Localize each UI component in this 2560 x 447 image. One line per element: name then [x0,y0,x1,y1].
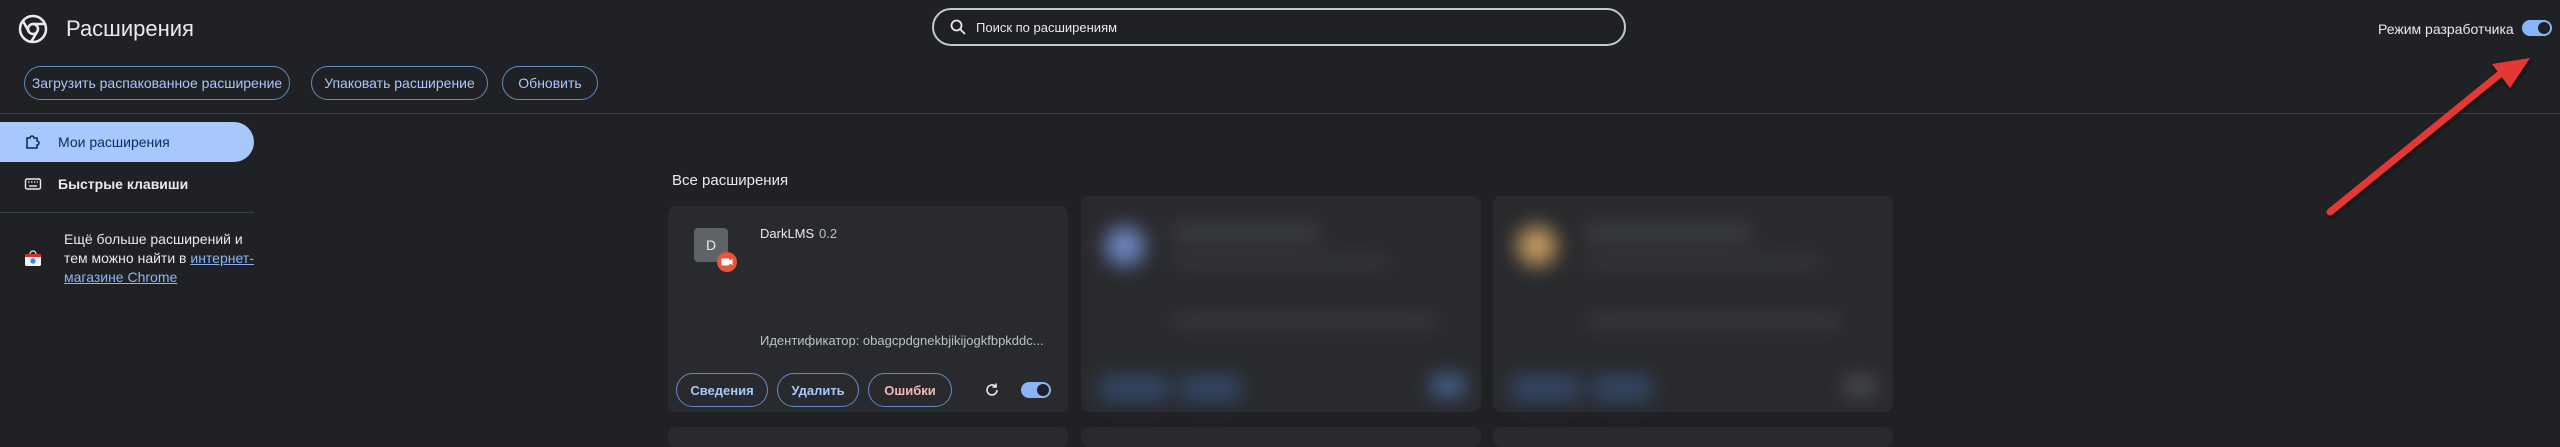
errors-button[interactable]: Ошибки [868,373,952,407]
search-box[interactable] [932,8,1626,46]
web-store-promo: Ещё больше расширений и тем можно найти … [64,230,254,287]
extension-version: 0.2 [819,226,838,241]
section-title: Все расширения [672,172,789,189]
sidebar-item-label: Мои расширения [58,134,170,150]
search-icon [950,19,966,35]
annotation-arrow-icon [2326,58,2530,216]
chrome-web-store-icon [25,250,41,266]
details-button[interactable]: Сведения [676,373,768,407]
sidebar-divider [0,212,254,213]
remove-button[interactable]: Удалить [777,373,859,407]
extension-card-partial [668,427,1068,447]
puzzle-icon [26,135,40,149]
pack-extension-button[interactable]: Упаковать расширение [311,66,488,100]
header-divider [0,113,2560,114]
sidebar-item-shortcuts[interactable]: Быстрые клавиши [0,164,254,204]
reload-icon[interactable] [984,382,1000,398]
keyboard-icon [24,178,42,190]
load-unpacked-button[interactable]: Загрузить распакованное расширение [24,66,290,100]
update-button[interactable]: Обновить [502,66,598,100]
sidebar-item-label: Быстрые клавиши [58,176,189,192]
dev-mode-label: Режим разработчика [2378,21,2514,37]
page-title: Расширения [66,16,194,41]
extension-name: DarkLMS [760,226,815,241]
extension-card-partial [1493,427,1893,447]
extension-card-partial [1081,427,1481,447]
sidebar-item-my-extensions[interactable]: Мои расширения [0,122,254,162]
unpacked-badge-icon [717,252,737,272]
dev-mode-toggle[interactable] [2522,20,2552,36]
extension-id: Идентификатор: obagcpdgnekbjikijogkfbpkd… [760,333,1044,348]
chrome-logo-icon [18,14,48,44]
blurred-extension-card [1493,196,1893,412]
extension-enable-toggle[interactable] [1021,382,1051,398]
search-input[interactable] [974,18,1624,36]
blurred-extension-card [1081,196,1481,412]
